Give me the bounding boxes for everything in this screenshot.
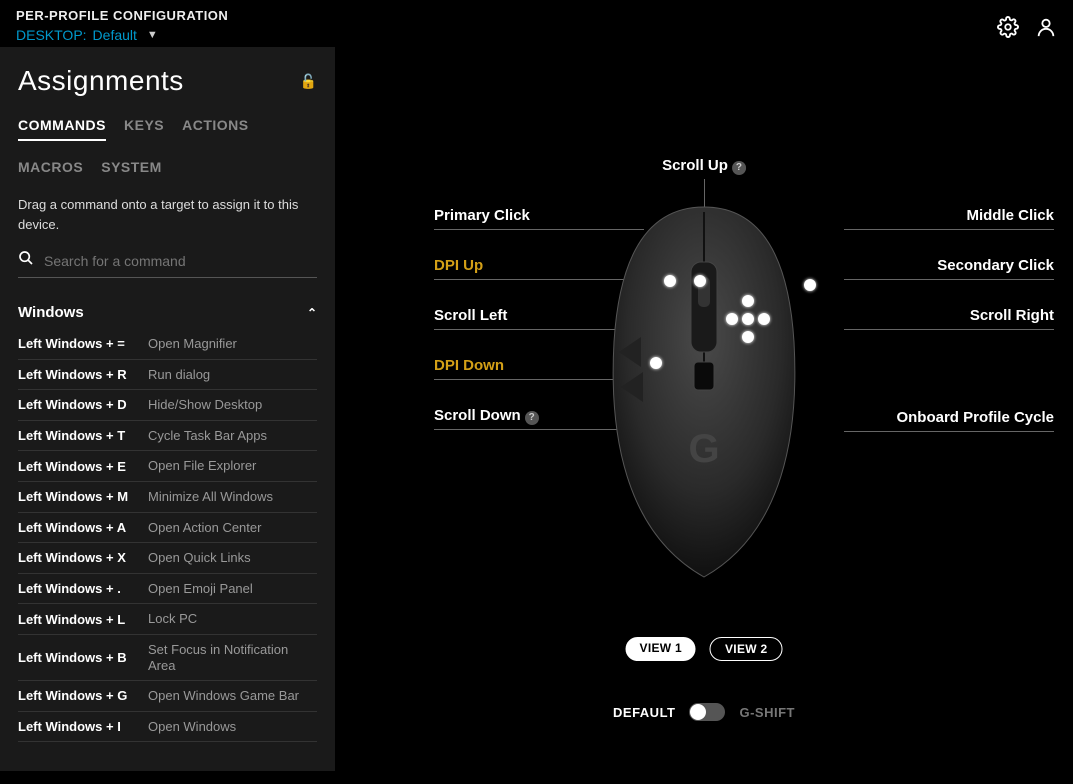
tab-macros[interactable]: MACROS [18, 159, 83, 181]
tab-system[interactable]: SYSTEM [101, 159, 162, 181]
command-key: Left Windows + G [18, 688, 148, 703]
helper-text: Drag a command onto a target to assign i… [18, 195, 317, 234]
help-icon[interactable]: ? [732, 161, 746, 175]
command-row[interactable]: Left Windows + BSet Focus in Notificatio… [18, 635, 317, 681]
command-desc: Open Quick Links [148, 550, 251, 566]
command-key: Left Windows + T [18, 428, 148, 443]
command-key: Left Windows + X [18, 550, 148, 565]
command-key: Left Windows + . [18, 581, 148, 596]
label-secondary-click[interactable]: Secondary Click [937, 257, 1054, 274]
command-row[interactable]: Left Windows + MMinimize All Windows [18, 482, 317, 513]
command-row[interactable]: Left Windows + XOpen Quick Links [18, 543, 317, 574]
label-primary-click[interactable]: Primary Click [434, 207, 530, 224]
toggle-default-label: DEFAULT [613, 705, 675, 720]
command-row[interactable]: Left Windows + RRun dialog [18, 360, 317, 391]
svg-text:G: G [688, 427, 719, 471]
command-key: Left Windows + A [18, 520, 148, 535]
command-row[interactable]: Left Windows + GOpen Windows Game Bar [18, 681, 317, 712]
command-desc: Set Focus in Notification Area [148, 642, 317, 673]
command-key: Left Windows + B [18, 650, 148, 665]
label-onboard-profile-cycle[interactable]: Onboard Profile Cycle [896, 409, 1054, 426]
search-input[interactable] [44, 253, 317, 269]
assignments-panel: Assignments 🔓 COMMANDS KEYS ACTIONS MACROS S… [0, 47, 335, 771]
profile-selector[interactable]: DESKTOP: Default ▼ [16, 27, 228, 43]
label-dpi-up[interactable]: DPI Up [434, 257, 483, 274]
gshift-toggle[interactable] [689, 703, 725, 721]
command-desc: Cycle Task Bar Apps [148, 428, 267, 444]
command-row[interactable]: Left Windows + =Open Magnifier [18, 329, 317, 360]
command-key: Left Windows + L [18, 612, 148, 627]
command-key: Left Windows + D [18, 397, 148, 412]
label-dpi-down[interactable]: DPI Down [434, 357, 504, 374]
command-desc: Open Windows [148, 719, 236, 735]
command-desc: Open Magnifier [148, 336, 237, 352]
lock-icon[interactable]: 🔓 [300, 73, 317, 90]
search-icon [18, 250, 34, 271]
device-viewer: Scroll Up? Primary Click DPI Up Scroll Lef… [335, 47, 1073, 771]
command-key: Left Windows + I [18, 719, 148, 734]
command-desc: Hide/Show Desktop [148, 397, 262, 413]
label-middle-click[interactable]: Middle Click [966, 207, 1054, 224]
category-label: Windows [18, 304, 84, 321]
toggle-gshift-label: G-SHIFT [739, 705, 795, 720]
command-key: Left Windows + M [18, 489, 148, 504]
command-row[interactable]: Left Windows + TCycle Task Bar Apps [18, 421, 317, 452]
command-desc: Open Action Center [148, 520, 261, 536]
tab-commands[interactable]: COMMANDS [18, 117, 106, 141]
command-key: Left Windows + R [18, 367, 148, 382]
command-row[interactable]: Left Windows + .Open Emoji Panel [18, 574, 317, 605]
label-scroll-right[interactable]: Scroll Right [970, 307, 1054, 324]
command-desc: Open Windows Game Bar [148, 688, 299, 704]
profile-label: DESKTOP: [16, 27, 87, 43]
panel-title: Assignments [18, 65, 184, 97]
command-desc: Open File Explorer [148, 458, 256, 474]
command-row[interactable]: Left Windows + EOpen File Explorer [18, 451, 317, 482]
gear-icon[interactable] [997, 16, 1019, 43]
view-2-button[interactable]: VIEW 2 [710, 637, 782, 661]
command-row[interactable]: Left Windows + AOpen Action Center [18, 513, 317, 544]
command-key: Left Windows + = [18, 336, 148, 351]
command-row[interactable]: Left Windows + IOpen Windows [18, 712, 317, 743]
page-subtitle: PER-PROFILE CONFIGURATION [16, 8, 228, 23]
profile-value: Default [93, 27, 137, 43]
chevron-down-icon: ▼ [147, 29, 158, 41]
tab-keys[interactable]: KEYS [124, 117, 164, 141]
tab-actions[interactable]: ACTIONS [182, 117, 249, 141]
label-scroll-up[interactable]: Scroll Up? [662, 157, 746, 175]
command-desc: Run dialog [148, 367, 210, 383]
command-row[interactable]: Left Windows + DHide/Show Desktop [18, 390, 317, 421]
mouse-image: G [599, 202, 809, 582]
command-desc: Minimize All Windows [148, 489, 273, 505]
label-scroll-down[interactable]: Scroll Down? [434, 407, 539, 425]
view-1-button[interactable]: VIEW 1 [626, 637, 696, 661]
chevron-up-icon: ⌃ [307, 306, 317, 320]
category-header[interactable]: Windows ⌃ [18, 296, 317, 329]
command-desc: Open Emoji Panel [148, 581, 253, 597]
command-desc: Lock PC [148, 611, 197, 627]
label-scroll-left[interactable]: Scroll Left [434, 307, 507, 324]
user-icon[interactable] [1035, 16, 1057, 43]
help-icon[interactable]: ? [525, 411, 539, 425]
command-row[interactable]: Left Windows + LLock PC [18, 604, 317, 635]
command-key: Left Windows + E [18, 459, 148, 474]
